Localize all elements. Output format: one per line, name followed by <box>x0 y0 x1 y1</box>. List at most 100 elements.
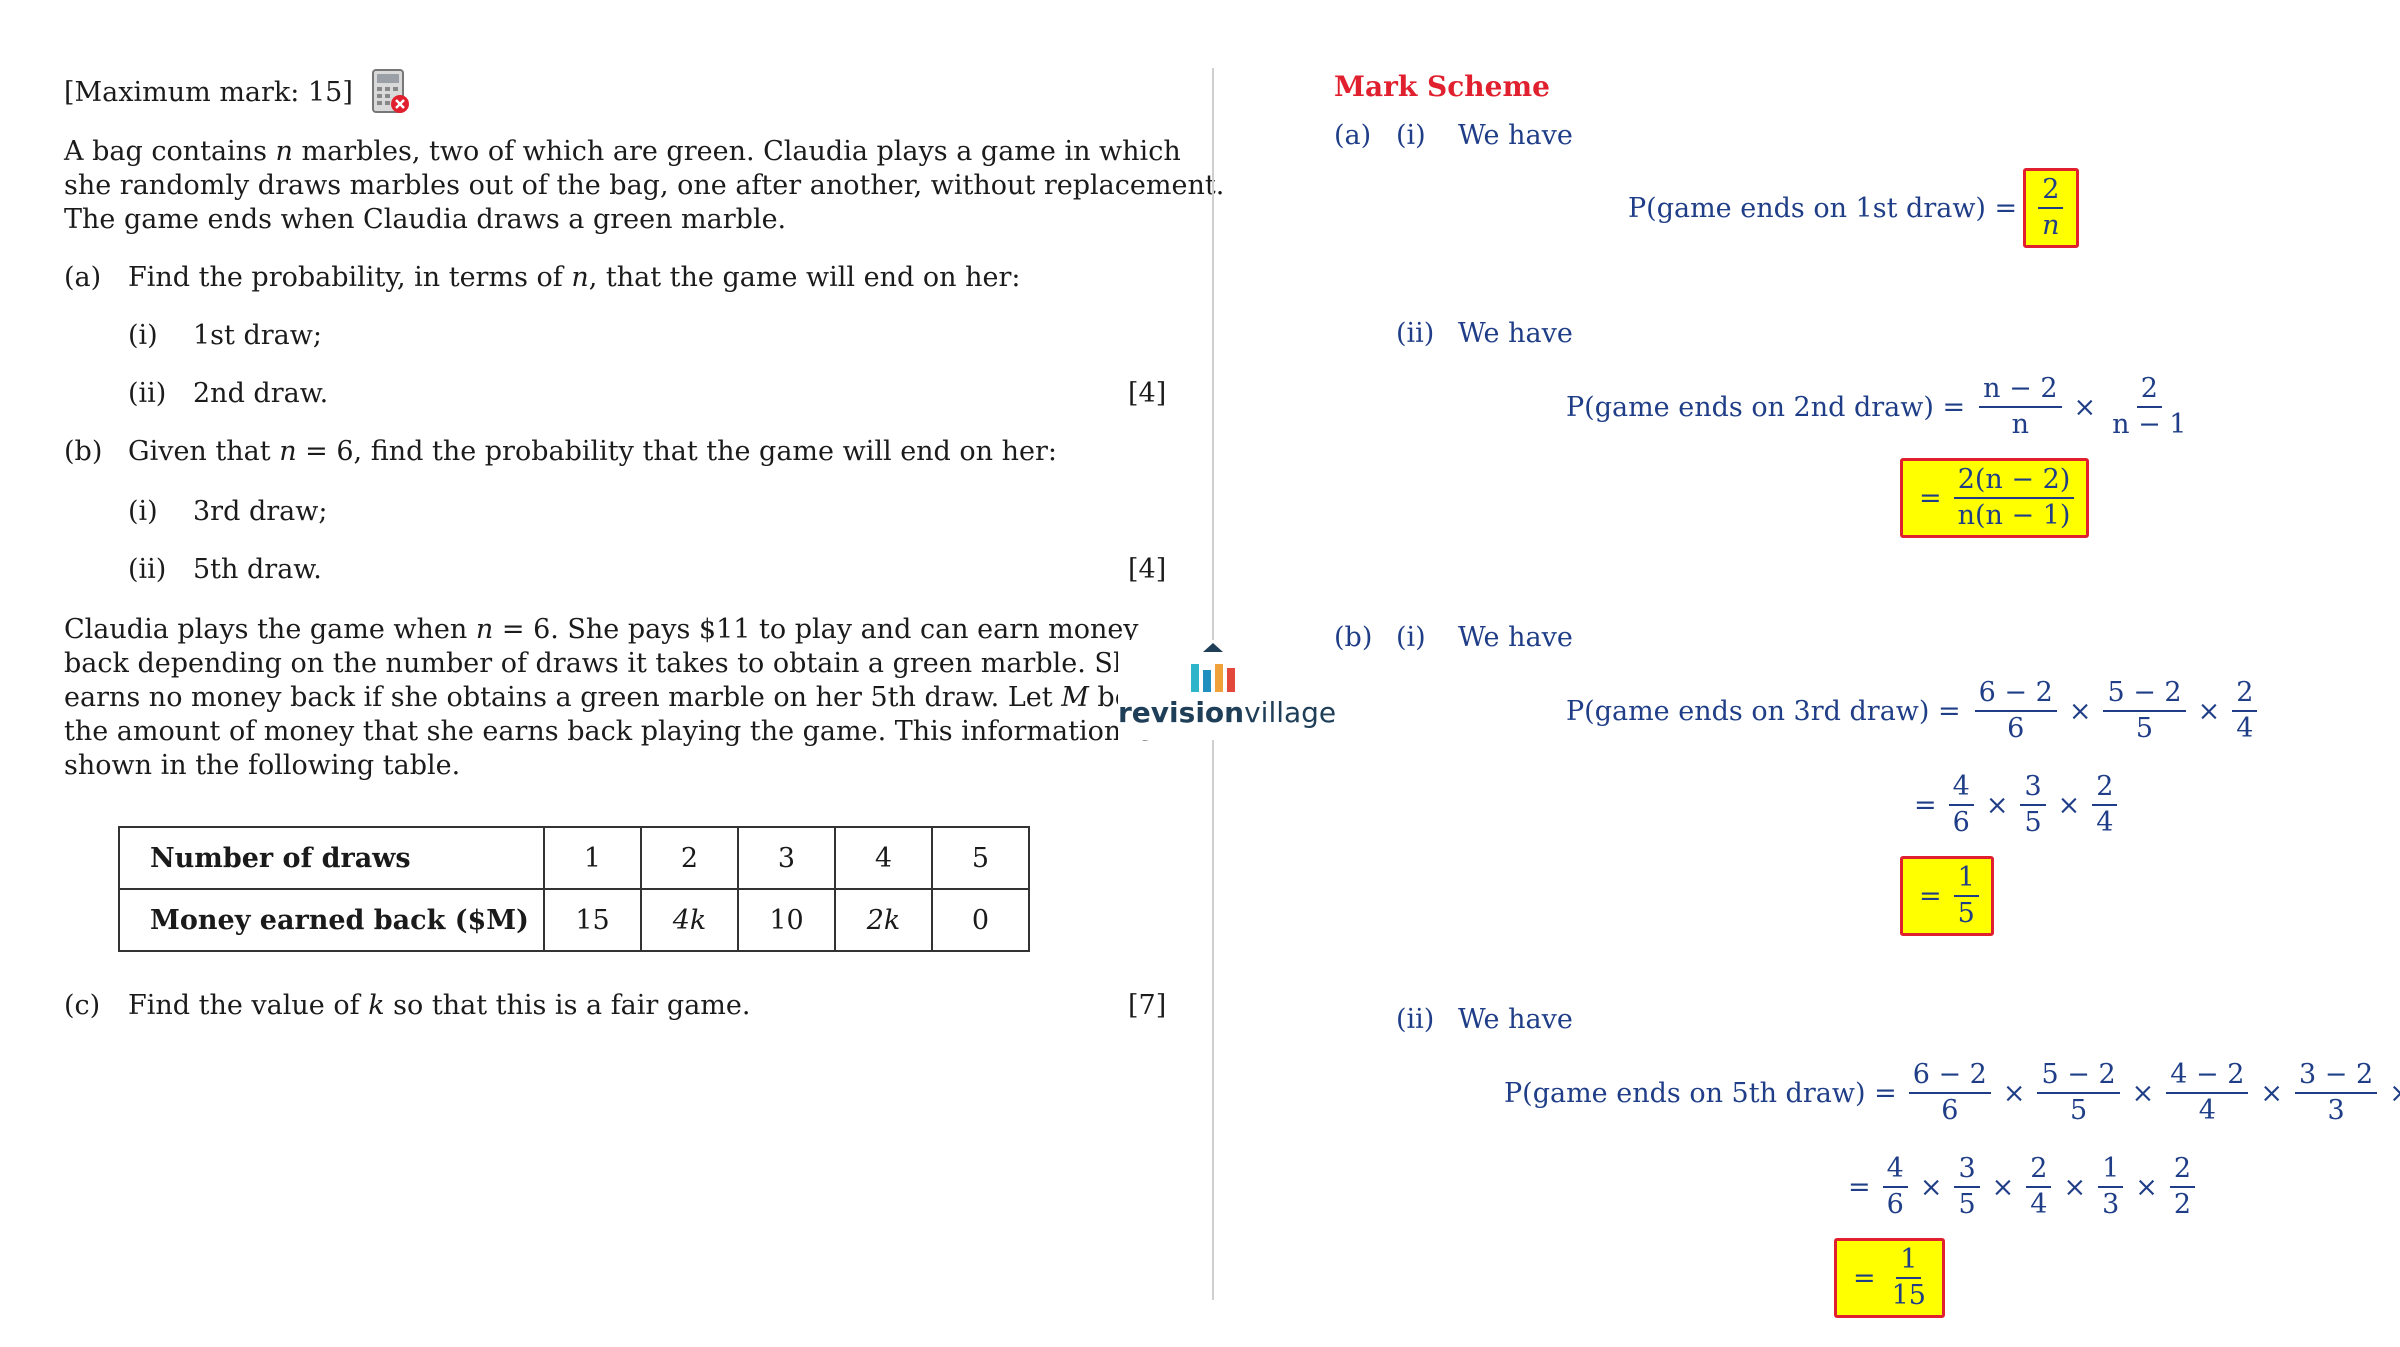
bar-chart-logo-icon <box>1191 643 1235 692</box>
table-cell: 0 <box>931 888 1030 952</box>
eq-a-ii-answer: = 2(n − 2) n(n − 1) <box>1900 458 2090 538</box>
frac-den: 6 <box>1952 807 1970 838</box>
times-sign: × <box>1919 1171 1943 1203</box>
table-cell: 15 <box>543 888 642 952</box>
frac-den: 5 <box>2024 807 2042 838</box>
part-a-label: (a) <box>64 262 102 293</box>
part-a-ii-text: 2nd draw. <box>193 378 329 409</box>
eq-lhs: P(game ends on 3rd draw) = <box>1566 695 1961 727</box>
times-sign: × <box>2260 1077 2284 1109</box>
table-cell: 2k <box>834 888 933 952</box>
frac-den: 4 <box>2236 713 2254 744</box>
frac-num: 6 − 2 <box>1908 1058 1991 1094</box>
frac-den: 4 <box>2096 807 2114 838</box>
table-row: Number of draws 1 2 3 4 5 <box>118 826 1030 890</box>
frac-den: n <box>2042 210 2060 241</box>
part-a-marks: [4] <box>1128 378 1167 409</box>
eq-b-i-answer: = 15 <box>1900 856 1994 936</box>
frac-den: 4 <box>2030 1189 2048 1220</box>
part-b-ii-label: (ii) <box>128 554 167 585</box>
ms-we-have: We have <box>1458 120 1573 151</box>
times-sign: × <box>2073 391 2097 423</box>
frac-num: 4 <box>1882 1152 1908 1188</box>
frac-den: 6 <box>1941 1095 1959 1126</box>
frac-num: 1 <box>2098 1152 2124 1188</box>
table-cell: 2 <box>640 826 739 890</box>
intro-line-1: A bag contains n marbles, two of which a… <box>64 136 1181 167</box>
table-cell: 4k <box>640 888 739 952</box>
answer-box: 2n <box>2023 168 2079 248</box>
money-table: Number of draws 1 2 3 4 5 Money earned b… <box>118 826 1030 952</box>
frac-den: 3 <box>2102 1189 2120 1220</box>
ms-we-have: We have <box>1458 318 1573 349</box>
frac-num: n − 2 <box>1979 372 2062 408</box>
ms-we-have: We have <box>1458 1004 1573 1035</box>
frac-num: 5 − 2 <box>2037 1058 2120 1094</box>
equals-sign: = <box>1848 1171 1871 1203</box>
eq-b-ii-answer: = 1 15 <box>1834 1238 1945 1318</box>
table-header: Money earned back ($M) <box>118 888 545 952</box>
answer-box: = 1 15 <box>1834 1238 1945 1318</box>
frac-num: 4 <box>1948 770 1974 806</box>
frac-num: 2 <box>2092 770 2118 806</box>
frac-num: 1 <box>1953 861 1979 897</box>
part-a-ii-label: (ii) <box>128 378 167 409</box>
table-row: Money earned back ($M) 15 4k 10 2k 0 <box>118 888 1030 952</box>
eq-b-i-step: = 46 × 35 × 24 <box>1906 770 2121 840</box>
equals-sign: = <box>1914 789 1937 821</box>
times-sign: × <box>1991 1171 2015 1203</box>
frac-den: 4 <box>2198 1095 2216 1126</box>
ms-a-i-label: (i) <box>1396 120 1426 151</box>
frac-num: 4 − 2 <box>2166 1058 2249 1094</box>
equals-sign: = <box>1919 880 1942 912</box>
frac-num: 2(n − 2) <box>1953 463 2075 499</box>
part-b-label: (b) <box>64 436 103 467</box>
ms-b-label: (b) <box>1334 622 1373 653</box>
answer-box: = 2(n − 2) n(n − 1) <box>1900 458 2090 538</box>
times-sign: × <box>2057 789 2081 821</box>
times-sign: × <box>2135 1171 2158 1203</box>
intro-line-2: she randomly draws marbles out of the ba… <box>64 170 1225 201</box>
eq-lhs: P(game ends on 5th draw) = <box>1504 1077 1897 1109</box>
revision-village-logo: revisionvillage <box>1118 640 1336 740</box>
eq-b-ii-step: = 46 × 35 × 24 × 13 × 22 <box>1840 1152 2199 1222</box>
equals-sign: = <box>1853 1262 1876 1294</box>
eq-a-i: P(game ends on 1st draw) = 2n <box>1628 168 2079 248</box>
part-a-i-label: (i) <box>128 320 158 351</box>
frac-num: 2 <box>2038 173 2064 209</box>
table-cell: 10 <box>737 888 836 952</box>
ms-we-have: We have <box>1458 622 1573 653</box>
frac-den: 15 <box>1891 1280 1926 1311</box>
mark-scheme-title: Mark Scheme <box>1334 70 1550 103</box>
frac-den: 5 <box>2069 1095 2088 1126</box>
table-cell: 3 <box>737 826 836 890</box>
para-line-5: shown in the following table. <box>64 750 461 781</box>
part-c-marks: [7] <box>1128 990 1167 1021</box>
eq-lhs: P(game ends on 2nd draw) = <box>1566 391 1966 423</box>
frac-den: n − 1 <box>2112 409 2187 440</box>
times-sign: × <box>2002 1077 2026 1109</box>
frac-num: 6 − 2 <box>1974 676 2057 712</box>
table-cell: 1 <box>543 826 642 890</box>
frac-num: 2 <box>2169 1152 2196 1188</box>
frac-num: 2 <box>2232 676 2258 712</box>
max-mark: [Maximum mark: 15] <box>64 77 353 108</box>
intro-line-3: The game ends when Claudia draws a green… <box>64 204 787 235</box>
para-line-3: earns no money back if she obtains a gre… <box>64 682 1131 713</box>
frac-den: 6 <box>2007 713 2025 744</box>
part-a-i-text: 1st draw; <box>193 320 322 351</box>
part-c-text: Find the value of k so that this is a fa… <box>128 990 751 1021</box>
ms-b-i-label: (i) <box>1396 622 1426 653</box>
part-b-text: Given that n = 6, find the probability t… <box>128 436 1058 467</box>
frac-num: 1 <box>1896 1243 1922 1279</box>
table-header: Number of draws <box>118 826 545 890</box>
part-b-i-text: 3rd draw; <box>193 496 328 527</box>
table-cell: 5 <box>931 826 1030 890</box>
eq-b-ii: P(game ends on 5th draw) = 6 − 26 × 5 − … <box>1504 1058 2400 1128</box>
para-line-2: back depending on the number of draws it… <box>64 648 1147 679</box>
frac-den: 5 <box>2135 713 2154 744</box>
frac-num: 2 <box>2136 372 2162 408</box>
frac-den: 5 <box>1958 1189 1976 1220</box>
eq-a-ii: P(game ends on 2nd draw) = n − 2n × 2n −… <box>1566 372 2194 442</box>
times-sign: × <box>2068 695 2092 727</box>
